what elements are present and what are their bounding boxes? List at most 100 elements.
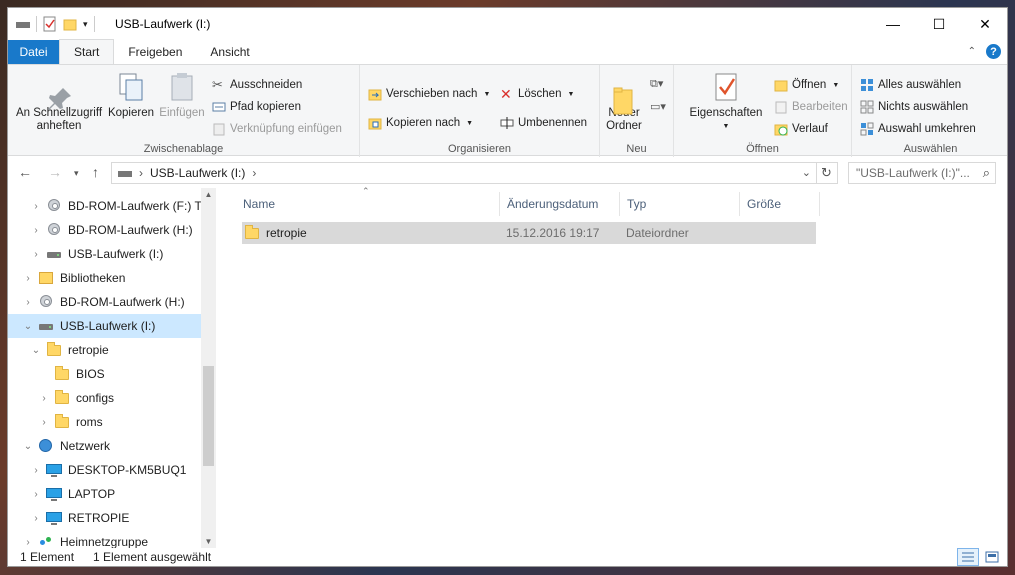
select-none-button[interactable]: Nichts auswählen bbox=[860, 100, 968, 114]
pin-quick-access-button[interactable]: An Schnellzugriff anheften bbox=[14, 71, 104, 133]
large-icons-view-icon[interactable] bbox=[981, 548, 1003, 566]
copy-button[interactable]: Kopieren bbox=[106, 71, 156, 120]
tree-item[interactable]: ⌄ retropie bbox=[8, 338, 201, 362]
easy-access-icon[interactable]: ▭▾ bbox=[650, 100, 666, 113]
chevron-right-icon[interactable]: › bbox=[30, 225, 42, 236]
edit-button[interactable]: Bearbeiten bbox=[774, 100, 848, 114]
delete-button[interactable]: ✕ Löschen ▼ bbox=[500, 87, 574, 101]
tab-freigeben[interactable]: Freigeben bbox=[114, 40, 196, 64]
select-none-label: Nichts auswählen bbox=[878, 101, 969, 113]
breadcrumb-usb-drive[interactable]: USB-Laufwerk (I:) bbox=[150, 166, 245, 180]
tab-datei[interactable]: Datei bbox=[8, 40, 59, 64]
chevron-right-icon[interactable]: › bbox=[38, 393, 50, 404]
tab-ansicht[interactable]: Ansicht bbox=[196, 40, 263, 64]
tree-item[interactable]: ⌄ Netzwerk bbox=[8, 434, 201, 458]
tree-item[interactable]: › Bibliotheken bbox=[8, 266, 201, 290]
tree-item[interactable]: › USB-Laufwerk (I:) bbox=[8, 242, 201, 266]
minimize-button[interactable]: — bbox=[870, 8, 916, 40]
chevron-right-icon[interactable]: › bbox=[30, 201, 42, 212]
tab-start[interactable]: Start bbox=[59, 39, 115, 64]
tree-item[interactable]: › roms bbox=[8, 410, 201, 434]
new-item-icon[interactable]: ⧉▾ bbox=[650, 77, 663, 91]
history-button[interactable]: Verlauf bbox=[774, 122, 828, 136]
folder-icon bbox=[244, 225, 260, 240]
column-header-size[interactable]: Größe bbox=[740, 192, 820, 216]
paste-shortcut-icon bbox=[212, 122, 226, 136]
chevron-right-icon[interactable]: › bbox=[30, 513, 42, 524]
move-to-button[interactable]: Verschieben nach ▼ bbox=[368, 87, 490, 101]
tree-item[interactable]: › BD-ROM-Laufwerk (F:) Ta bbox=[8, 194, 207, 218]
chevron-right-icon[interactable]: › bbox=[30, 249, 42, 260]
scroll-down-icon[interactable]: ▼ bbox=[201, 537, 216, 546]
collapse-ribbon-icon[interactable]: ⌃ bbox=[968, 46, 976, 57]
copy-path-button[interactable]: Pfad kopieren bbox=[212, 100, 301, 114]
properties-icon[interactable] bbox=[43, 16, 57, 32]
properties-button[interactable]: Eigenschaften ▼ bbox=[688, 71, 764, 133]
drive-icon bbox=[118, 171, 132, 177]
computer-icon bbox=[46, 511, 62, 525]
new-folder-icon[interactable] bbox=[63, 17, 77, 31]
group-organize: Verschieben nach ▼ Kopieren nach ▼ ✕ Lösch… bbox=[360, 65, 600, 157]
network-icon bbox=[38, 439, 54, 453]
chevron-down-icon[interactable]: ⌄ bbox=[30, 345, 42, 356]
invert-selection-button[interactable]: Auswahl umkehren bbox=[860, 122, 976, 136]
chevron-right-icon[interactable]: › bbox=[22, 297, 34, 308]
forward-arrow-icon[interactable]: → bbox=[48, 164, 62, 180]
recent-locations-icon[interactable]: ▾ bbox=[74, 168, 79, 179]
move-to-dropdown-icon: ▼ bbox=[483, 90, 491, 98]
column-header-modified[interactable]: Änderungsdatum bbox=[500, 192, 620, 216]
drive-icon bbox=[16, 22, 30, 28]
chevron-right-icon[interactable]: › bbox=[38, 417, 50, 428]
breadcrumb-chevron-icon[interactable]: › bbox=[139, 166, 143, 180]
navigation-scrollbar[interactable]: ▲ ▼ bbox=[201, 188, 216, 548]
chevron-right-icon[interactable]: › bbox=[30, 465, 42, 476]
column-header-type[interactable]: Typ bbox=[620, 192, 740, 216]
qat-separator bbox=[93, 16, 95, 32]
select-group-label: Auswählen bbox=[903, 143, 958, 155]
rename-button[interactable]: Umbenennen bbox=[500, 116, 587, 130]
new-folder-button[interactable]: Neuer Ordner bbox=[604, 71, 644, 133]
paste-shortcut-button[interactable]: Verknüpfung einfügen bbox=[212, 122, 342, 136]
cut-button[interactable]: ✂ Ausschneiden bbox=[212, 78, 302, 92]
delete-icon: ✕ bbox=[500, 86, 512, 102]
tree-item[interactable]: › DESKTOP-KM5BUQ1 bbox=[8, 458, 201, 482]
tree-item[interactable]: ⌄ USB-Laufwerk (I:) bbox=[8, 314, 201, 338]
folder-icon bbox=[54, 414, 70, 429]
scroll-up-icon[interactable]: ▲ bbox=[201, 190, 216, 199]
chevron-down-icon[interactable]: ⌄ bbox=[22, 321, 34, 332]
tree-item[interactable]: › LAPTOP bbox=[8, 482, 201, 506]
column-header-name[interactable]: Name bbox=[236, 192, 500, 216]
rename-icon bbox=[500, 116, 514, 130]
tree-item[interactable]: › BD-ROM-Laufwerk (H:) bbox=[8, 290, 201, 314]
chevron-right-icon[interactable]: › bbox=[22, 273, 34, 284]
select-all-button[interactable]: Alles auswählen bbox=[860, 78, 961, 92]
tree-item-label: LAPTOP bbox=[68, 487, 116, 501]
paste-button[interactable]: Einfügen bbox=[156, 71, 208, 120]
close-button[interactable]: ✕ bbox=[962, 8, 1007, 40]
refresh-icon[interactable]: ↻ bbox=[816, 163, 836, 183]
up-arrow-icon[interactable]: ↑ bbox=[92, 164, 99, 180]
address-bar[interactable]: › USB-Laufwerk (I:) › ⌄ bbox=[111, 162, 838, 184]
tree-item[interactable]: › BD-ROM-Laufwerk (H:) bbox=[8, 218, 201, 242]
libraries-icon bbox=[38, 271, 54, 285]
search-icon[interactable]: ⌕ bbox=[983, 165, 990, 181]
search-input[interactable]: "USB-Laufwerk (I:)"... ⌕ bbox=[848, 162, 996, 184]
open-button[interactable]: Öffnen ▼ bbox=[774, 78, 839, 92]
usb-drive-icon bbox=[46, 247, 62, 261]
copy-to-button[interactable]: Kopieren nach ▼ bbox=[368, 116, 473, 130]
scroll-thumb[interactable] bbox=[203, 366, 214, 466]
chevron-right-icon[interactable]: › bbox=[30, 489, 42, 500]
breadcrumb-chevron-icon[interactable]: › bbox=[252, 166, 256, 180]
details-view-icon[interactable] bbox=[957, 548, 979, 566]
help-icon[interactable]: ? bbox=[986, 44, 1001, 59]
back-arrow-icon[interactable]: ← bbox=[18, 164, 32, 180]
address-dropdown-icon[interactable]: ⌄ bbox=[802, 166, 811, 179]
table-row[interactable]: retropie 15.12.2016 19:17 Dateiordner bbox=[242, 222, 816, 244]
tree-item[interactable]: BIOS bbox=[8, 362, 201, 386]
qat-dropdown-icon[interactable]: ▾ bbox=[83, 19, 88, 30]
chevron-down-icon[interactable]: ⌄ bbox=[22, 441, 34, 452]
ribbon-controls: ⌃ ? bbox=[968, 44, 1001, 59]
maximize-button[interactable]: ☐ bbox=[916, 8, 962, 40]
tree-item[interactable]: › RETROPIE bbox=[8, 506, 201, 530]
tree-item[interactable]: › configs bbox=[8, 386, 201, 410]
